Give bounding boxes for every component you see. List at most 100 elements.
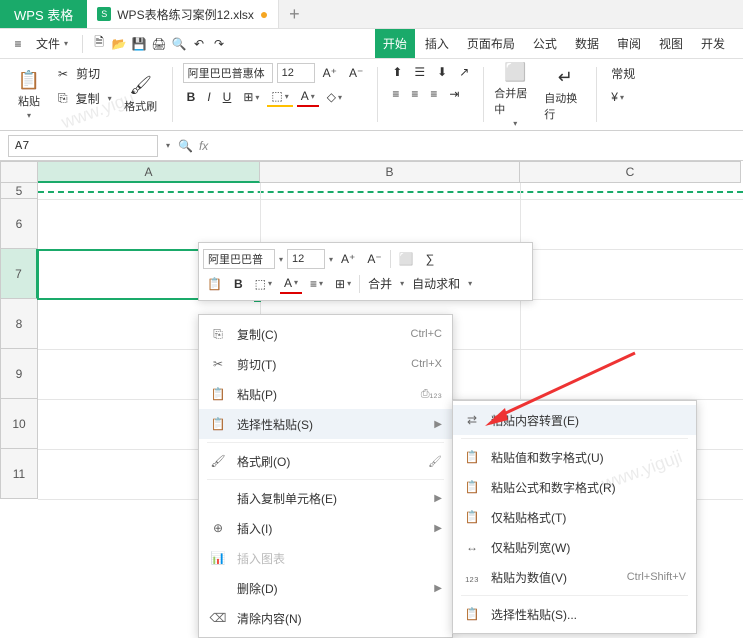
decrease-font-icon[interactable]: A⁻ xyxy=(345,64,367,82)
formula-icon: 📋 xyxy=(463,480,481,494)
fill-color-button[interactable]: ⬚▾ xyxy=(267,87,292,107)
row-header-8[interactable]: 8 xyxy=(0,299,38,349)
menubar: ≡ 文件▾ 🗎 📂 💾 🖨 🔍 ↶ ↷ 开始 插入 页面布局 公式 数据 审阅 … xyxy=(0,29,743,59)
tab-view[interactable]: 视图 xyxy=(651,29,691,58)
sm-values-number[interactable]: 📋 粘贴值和数字格式(U) xyxy=(453,442,696,472)
row-header-11[interactable]: 11 xyxy=(0,449,38,499)
col-header-b[interactable]: B xyxy=(260,161,520,183)
cm-insert[interactable]: ⊕ 插入(I) ▶ xyxy=(199,513,452,543)
new-tab-button[interactable]: + xyxy=(279,0,309,28)
mini-increase-font-icon[interactable]: A⁺ xyxy=(337,250,359,268)
tab-insert[interactable]: 插入 xyxy=(417,29,457,58)
mini-merge-button[interactable]: 合并 xyxy=(364,273,396,294)
tab-formula[interactable]: 公式 xyxy=(525,29,565,58)
new-doc-icon[interactable]: 🗎 xyxy=(91,36,107,52)
select-all-corner[interactable] xyxy=(0,161,38,183)
formula-bar: A7 ▾ 🔍 fx xyxy=(0,131,743,161)
name-box[interactable]: A7 xyxy=(8,135,158,157)
col-header-a[interactable]: A xyxy=(38,161,260,183)
brush-icon: 🖌 xyxy=(129,75,152,96)
font-select[interactable]: 阿里巴巴普惠体 xyxy=(183,63,273,83)
mini-font-select[interactable]: 阿里巴巴普 xyxy=(203,249,275,269)
sm-paste-special[interactable]: 📋 选择性粘贴(S)... xyxy=(453,599,696,629)
sm-formula-number[interactable]: 📋 粘贴公式和数字格式(R) xyxy=(453,472,696,502)
auto-wrap-button[interactable]: ↵ 自动换行 xyxy=(544,63,586,126)
cm-format-painter[interactable]: 🖌 格式刷(O) 🖌 xyxy=(199,446,452,476)
mini-fill-button[interactable]: ⬚▾ xyxy=(251,275,276,293)
mini-autosum-button[interactable]: 自动求和 xyxy=(408,273,464,294)
cm-paste[interactable]: 📋 粘贴(P) ⎙₁₂₃ xyxy=(199,379,452,409)
copy-button[interactable]: 复制 xyxy=(72,88,104,109)
font-color-button[interactable]: A▾ xyxy=(297,87,319,107)
cm-clear[interactable]: ⌫ 清除内容(N) xyxy=(199,603,452,633)
mini-clipboard-icon[interactable]: 📋 xyxy=(203,275,226,293)
italic-button[interactable]: I xyxy=(203,88,214,106)
align-top-icon[interactable]: ⬆ xyxy=(388,63,406,81)
merge-center-button[interactable]: ⬜ 合并居中▾ xyxy=(494,63,536,126)
mini-size-select[interactable]: 12 xyxy=(287,249,325,269)
open-icon[interactable]: 📂 xyxy=(111,36,127,52)
ribbon-tabs: 开始 插入 页面布局 公式 数据 审阅 视图 开发 xyxy=(375,29,733,58)
cm-delete[interactable]: 删除(D) ▶ xyxy=(199,573,452,603)
mini-toolbar: 阿里巴巴普▾ 12▾ A⁺ A⁻ ⬜ ∑ 📋 B ⬚▾ A▾ ≡▾ ⊞▾ 合并▾… xyxy=(198,242,533,301)
cm-cut[interactable]: ✂ 剪切(T) Ctrl+X xyxy=(199,349,452,379)
redo-icon[interactable]: ↷ xyxy=(211,36,227,52)
align-right-icon[interactable]: ≡ xyxy=(426,85,441,103)
mini-align-button[interactable]: ≡▾ xyxy=(306,275,327,293)
mini-sum-icon[interactable]: ∑ xyxy=(422,250,439,268)
paste-button[interactable]: 📋 粘贴▾ xyxy=(8,63,50,126)
mini-decrease-font-icon[interactable]: A⁻ xyxy=(363,250,385,268)
ribbon: 📋 粘贴▾ ✂剪切 ⎘复制▾ 🖌 格式刷 阿里巴巴普惠体 12 A⁺ A⁻ B … xyxy=(0,59,743,131)
sm-as-value[interactable]: ₁₂₃ 粘贴为数值(V) Ctrl+Shift+V xyxy=(453,562,696,592)
tab-start[interactable]: 开始 xyxy=(375,29,415,58)
document-tab[interactable]: S WPS表格练习案例12.xlsx ● xyxy=(87,0,279,28)
print-preview-icon[interactable]: 🔍 xyxy=(171,36,187,52)
hamburger-icon[interactable]: ≡ xyxy=(10,36,26,52)
paste-123-icon: ⎙₁₂₃ xyxy=(421,388,442,401)
mini-border-button[interactable]: ⊞▾ xyxy=(331,275,355,293)
align-bottom-icon[interactable]: ⬇ xyxy=(433,63,451,81)
cm-copy[interactable]: ⎘ 复制(C) Ctrl+C xyxy=(199,319,452,349)
row-header-9[interactable]: 9 xyxy=(0,349,38,399)
mini-font-color-button[interactable]: A▾ xyxy=(280,274,302,294)
indent-icon[interactable]: ⇥ xyxy=(445,85,463,103)
border-button[interactable]: ⊞▾ xyxy=(239,88,263,106)
align-left-icon[interactable]: ≡ xyxy=(388,85,403,103)
save-icon[interactable]: 💾 xyxy=(131,36,147,52)
cm-paste-special[interactable]: 📋 选择性粘贴(S) ▶ xyxy=(199,409,452,439)
tab-dev[interactable]: 开发 xyxy=(693,29,733,58)
bold-button[interactable]: B xyxy=(183,88,200,106)
tab-review[interactable]: 审阅 xyxy=(609,29,649,58)
sm-format-only[interactable]: 📋 仅粘贴格式(T) xyxy=(453,502,696,532)
number-format-select[interactable]: 常规 xyxy=(607,63,639,84)
clear-format-button[interactable]: ◇▾ xyxy=(323,88,346,106)
fx-label[interactable]: fx xyxy=(199,139,208,153)
print-icon[interactable]: 🖨 xyxy=(151,36,167,52)
search-icon[interactable]: 🔍 xyxy=(178,139,193,153)
row-header-10[interactable]: 10 xyxy=(0,399,38,449)
align-center-icon[interactable]: ≡ xyxy=(407,85,422,103)
currency-button[interactable]: ¥▾ xyxy=(607,88,628,106)
row-header-7[interactable]: 7 xyxy=(0,249,38,299)
tab-page-layout[interactable]: 页面布局 xyxy=(459,29,523,58)
tab-data[interactable]: 数据 xyxy=(567,29,607,58)
sm-transpose[interactable]: ⇄ 粘贴内容转置(E) xyxy=(453,405,696,435)
mini-unmerge-icon[interactable]: ⬜ xyxy=(395,250,418,268)
sm-column-width[interactable]: ↔ 仅粘贴列宽(W) xyxy=(453,532,696,562)
undo-icon[interactable]: ↶ xyxy=(191,36,207,52)
file-menu[interactable]: 文件▾ xyxy=(30,35,74,52)
cm-insert-copied[interactable]: 插入复制单元格(E) ▶ xyxy=(199,483,452,513)
underline-button[interactable]: U xyxy=(219,88,236,106)
col-header-c[interactable]: C xyxy=(520,161,741,183)
increase-font-icon[interactable]: A⁺ xyxy=(319,64,341,82)
orientation-icon[interactable]: ↗ xyxy=(455,63,473,81)
chevron-right-icon: ▶ xyxy=(434,523,442,534)
format-painter-button[interactable]: 🖌 格式刷 xyxy=(120,63,162,126)
mini-bold-button[interactable]: B xyxy=(230,275,247,293)
wrap-icon: ↵ xyxy=(558,67,573,88)
align-middle-icon[interactable]: ☰ xyxy=(410,63,429,81)
row-header-6[interactable]: 6 xyxy=(0,199,38,249)
font-size-select[interactable]: 12 xyxy=(277,63,315,83)
cut-button[interactable]: 剪切 xyxy=(72,63,104,84)
row-header-5[interactable]: 5 xyxy=(0,183,38,199)
